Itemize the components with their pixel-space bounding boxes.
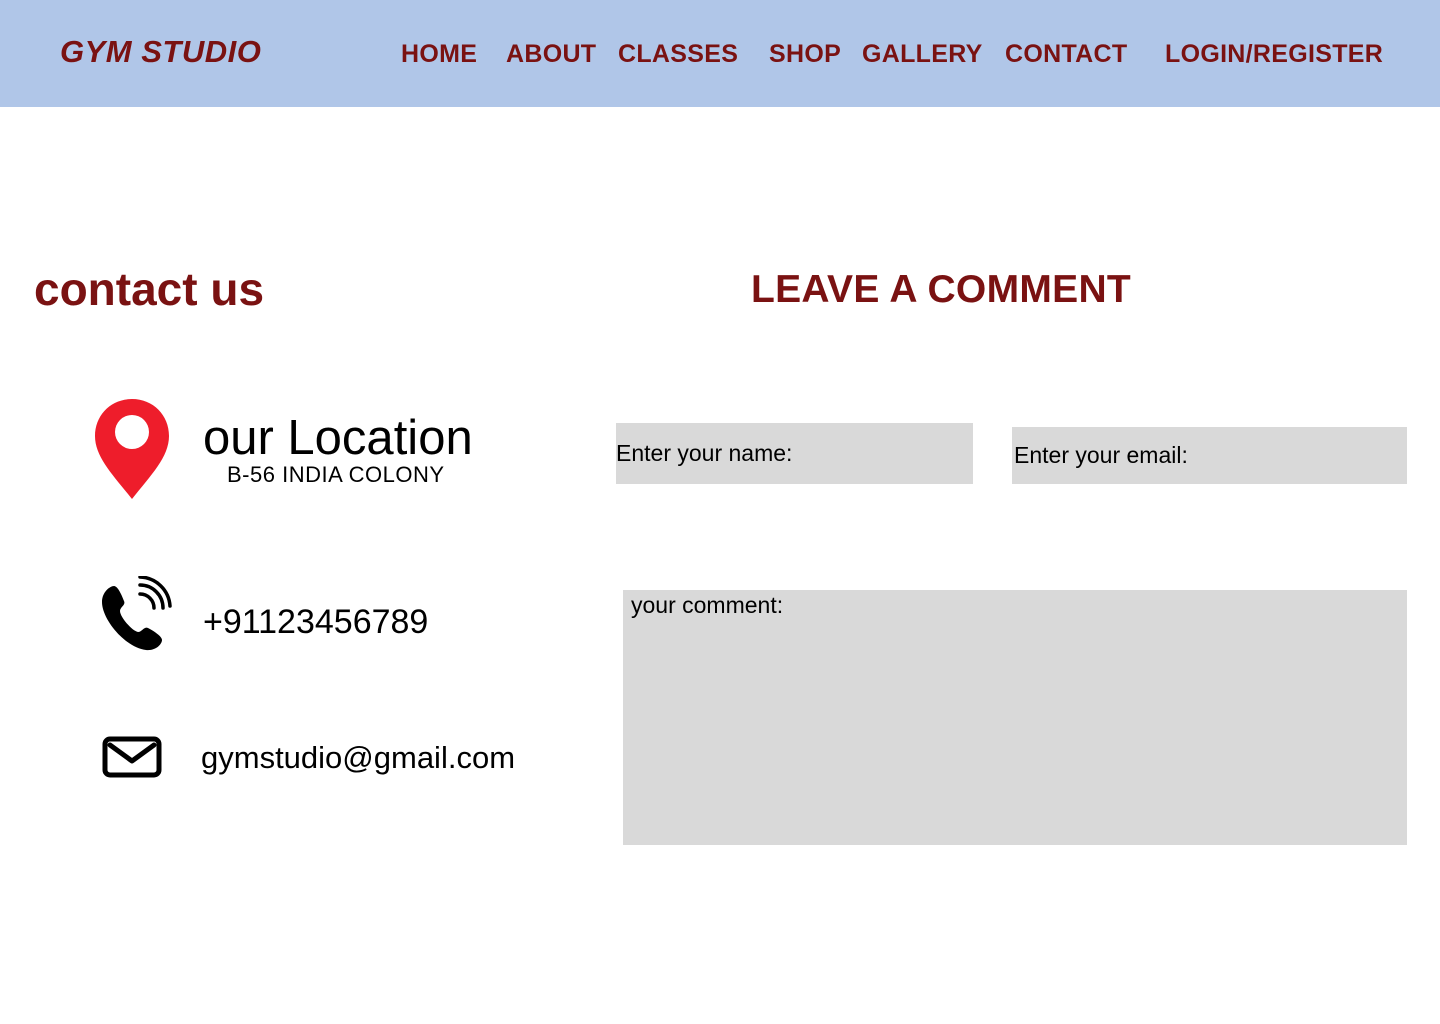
name-input[interactable] xyxy=(616,423,973,484)
contact-page: GYM STUDIO HOME ABOUT CLASSES SHOP GALLE… xyxy=(0,0,1440,1024)
email-input[interactable] xyxy=(1012,427,1407,484)
nav-login-register[interactable]: LOGIN/REGISTER xyxy=(1165,40,1383,69)
email-address[interactable]: gymstudio@gmail.com xyxy=(201,740,515,776)
nav-contact[interactable]: CONTACT xyxy=(1005,40,1127,69)
phone-icon xyxy=(100,575,172,652)
location-title: our Location xyxy=(203,411,473,465)
top-navbar: GYM STUDIO HOME ABOUT CLASSES SHOP GALLE… xyxy=(0,0,1440,107)
mail-icon xyxy=(102,736,162,778)
nav-shop[interactable]: SHOP xyxy=(769,40,841,69)
site-logo[interactable]: GYM STUDIO xyxy=(60,34,261,70)
nav-about[interactable]: ABOUT xyxy=(506,40,596,69)
map-pin-icon xyxy=(93,397,171,501)
contact-us-heading: contact us xyxy=(34,263,265,315)
nav-gallery[interactable]: GALLERY xyxy=(862,40,983,69)
nav-classes[interactable]: CLASSES xyxy=(618,40,738,69)
phone-number[interactable]: +91123456789 xyxy=(203,603,428,642)
comment-textarea[interactable] xyxy=(623,590,1407,845)
nav-home[interactable]: HOME xyxy=(401,40,477,69)
leave-comment-heading: LEAVE A COMMENT xyxy=(751,268,1132,311)
location-address: B-56 INDIA COLONY xyxy=(227,462,445,487)
